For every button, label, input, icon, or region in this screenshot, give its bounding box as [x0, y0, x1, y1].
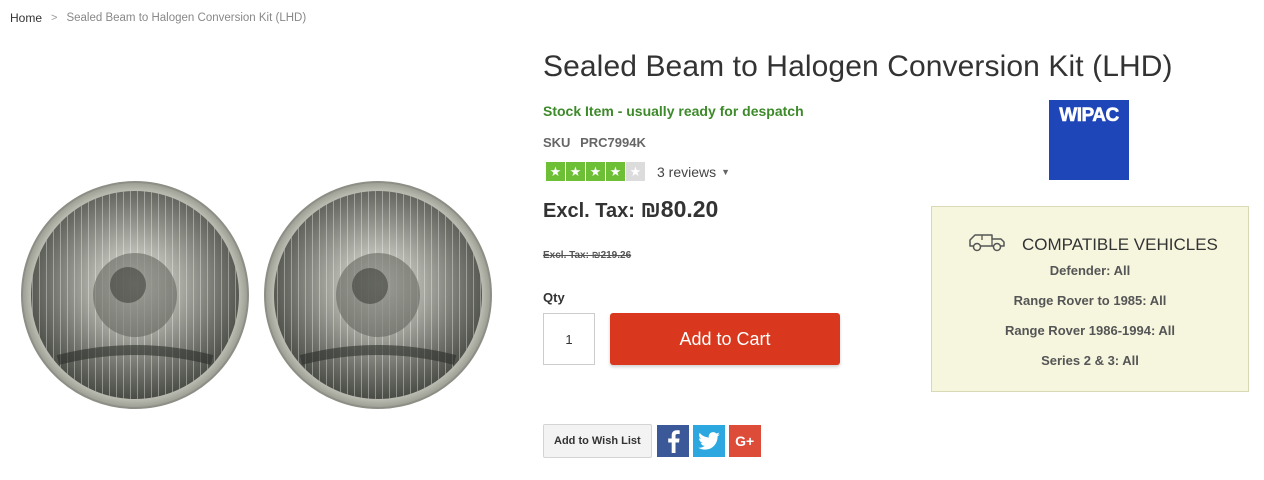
sku: SKU PRC7994K	[543, 135, 646, 150]
price-amount: ₪80.20	[640, 196, 719, 222]
compatible-vehicle-item: Series 2 & 3: All	[1041, 353, 1139, 368]
stock-status: Stock Item - usually ready for despatch	[543, 103, 804, 119]
reviews-toggle[interactable]: 3 reviews ▼	[657, 164, 730, 180]
brand-logo[interactable]: WIPAC	[1049, 100, 1129, 180]
compatible-vehicle-item: Range Rover 1986-1994: All	[1004, 323, 1176, 338]
price-label: Excl. Tax:	[543, 200, 635, 222]
facebook-icon[interactable]	[656, 425, 689, 457]
compatible-vehicles-list: Defender: All Range Rover to 1985: All R…	[932, 261, 1248, 381]
twitter-icon[interactable]	[692, 425, 725, 457]
compatible-vehicles-title: COMPATIBLE VEHICLES	[1022, 234, 1218, 254]
star-icon: ★	[566, 162, 585, 181]
product-image[interactable]	[18, 170, 508, 420]
breadcrumb: Home > Sealed Beam to Halogen Conversion…	[10, 11, 306, 25]
sku-value: PRC7994K	[580, 135, 646, 150]
add-to-cart-button[interactable]: Add to Cart	[610, 313, 840, 365]
breadcrumb-separator: >	[51, 12, 58, 24]
star-icon: ★	[606, 162, 625, 181]
star-icon: ★	[586, 162, 605, 181]
add-to-wishlist-button[interactable]: Add to Wish List	[543, 424, 652, 458]
product-actions: Add to Wish List G+	[543, 424, 761, 458]
compatible-vehicle-item: Defender: All	[1049, 263, 1131, 278]
breadcrumb-home-link[interactable]: Home	[10, 11, 42, 25]
vehicle-icon	[968, 231, 1006, 258]
product-title: Sealed Beam to Halogen Conversion Kit (L…	[543, 50, 1173, 83]
star-rating: ★ ★ ★ ★ ★	[546, 162, 645, 181]
svg-text:WIPAC: WIPAC	[1059, 105, 1119, 126]
chevron-down-icon: ▼	[721, 166, 731, 177]
headlamp-pair-image	[21, 181, 492, 409]
compatible-vehicles-panel: COMPATIBLE VEHICLES Defender: All Range …	[931, 206, 1249, 392]
price: Excl. Tax: ₪80.20	[543, 196, 718, 223]
old-price: Excl. Tax: ₪219.26	[543, 250, 632, 261]
product-rating: ★ ★ ★ ★ ★ 3 reviews ▼	[546, 162, 730, 181]
googleplus-icon[interactable]: G+	[728, 425, 761, 457]
qty-label: Qty	[543, 290, 565, 305]
qty-input[interactable]	[543, 313, 595, 365]
star-empty-icon: ★	[626, 162, 645, 181]
compatible-vehicle-item: Range Rover to 1985: All	[1013, 293, 1167, 308]
wipac-logo-icon: WIPAC	[1049, 100, 1129, 180]
star-icon: ★	[546, 162, 565, 181]
compatible-vehicles-header: COMPATIBLE VEHICLES	[968, 231, 1218, 258]
sku-label: SKU	[543, 135, 571, 150]
breadcrumb-current: Sealed Beam to Halogen Conversion Kit (L…	[66, 12, 307, 24]
reviews-count: 3 reviews	[657, 163, 717, 180]
